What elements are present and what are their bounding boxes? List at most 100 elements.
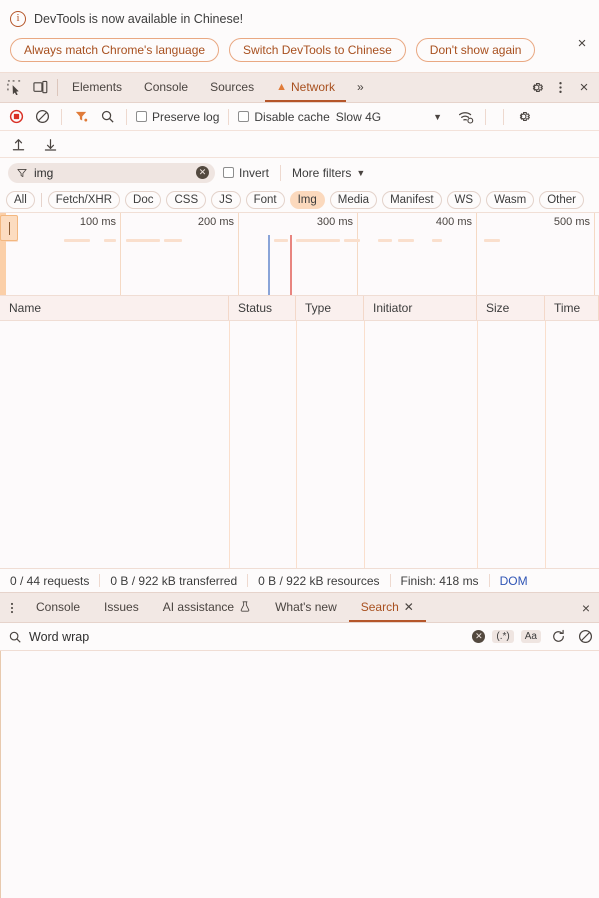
drawer-tab-search[interactable]: Search ✕ xyxy=(348,593,426,622)
throttling-value[interactable]: Slow 4G xyxy=(336,110,381,124)
column-header-name[interactable]: Name xyxy=(0,296,229,320)
refresh-search-icon[interactable] xyxy=(548,627,568,647)
search-input[interactable]: Word wrap xyxy=(29,630,465,644)
network-overview-timeline[interactable]: 100 ms 200 ms 300 ms 400 ms 500 ms xyxy=(0,213,599,296)
drawer-menu-icon[interactable] xyxy=(0,593,24,622)
network-conditions-icon[interactable] xyxy=(456,107,476,127)
toolbar-divider-2 xyxy=(126,108,127,125)
overview-window-grip-left[interactable] xyxy=(0,215,18,241)
drawer-tab-whats-new[interactable]: What's new xyxy=(263,593,349,622)
search-toolbar: Word wrap ✕ (.*) Aa xyxy=(0,623,599,651)
overview-gridlines: 100 ms 200 ms 300 ms 400 ms 500 ms xyxy=(0,213,599,295)
tab-network[interactable]: ▲ Network xyxy=(265,73,346,102)
record-button[interactable] xyxy=(6,107,26,127)
overview-request-bar xyxy=(296,239,340,242)
clear-search-icon[interactable]: ✕ xyxy=(472,630,486,643)
inspect-element-icon[interactable] xyxy=(5,79,23,97)
column-header-initiator[interactable]: Initiator xyxy=(364,296,477,320)
column-header-type[interactable]: Type xyxy=(296,296,364,320)
device-toolbar-icon[interactable] xyxy=(31,79,49,97)
column-divider xyxy=(477,321,478,568)
overview-gridline xyxy=(357,213,358,295)
type-filter-js[interactable]: JS xyxy=(211,190,241,209)
devtools-window: i DevTools is now available in Chinese! … xyxy=(0,0,599,898)
table-header-row: Name Status Type Initiator Size Time xyxy=(0,296,599,321)
overview-tick-label: 300 ms xyxy=(316,216,353,228)
preserve-log-checkbox[interactable]: Preserve log xyxy=(136,110,219,124)
devtools-drawer: Console Issues AI assistance What's new … xyxy=(0,593,599,898)
more-filters-button[interactable]: More filters ▼ xyxy=(292,166,365,180)
load-event-marker xyxy=(290,235,292,295)
preserve-log-box xyxy=(136,111,147,122)
search-results-pane[interactable] xyxy=(0,651,599,898)
network-requests-table: Name Status Type Initiator Size Time xyxy=(0,296,599,568)
switch-to-chinese-button[interactable]: Switch DevTools to Chinese xyxy=(229,38,406,62)
tabbar-right-actions: × xyxy=(516,73,599,102)
drawer-tab-console[interactable]: Console xyxy=(24,593,92,622)
filter-input[interactable]: img ✕ xyxy=(8,162,215,183)
toolbar-divider-1 xyxy=(61,108,62,125)
column-header-time[interactable]: Time xyxy=(545,296,599,320)
column-header-size[interactable]: Size xyxy=(477,296,545,320)
more-options-icon[interactable] xyxy=(549,79,571,97)
filter-toggle-icon[interactable] xyxy=(71,107,91,127)
tab-console[interactable]: Console xyxy=(133,73,199,102)
import-har-icon[interactable] xyxy=(8,134,28,154)
clear-filter-icon[interactable]: ✕ xyxy=(196,166,209,179)
dont-show-again-button[interactable]: Don't show again xyxy=(415,38,536,62)
throttling-chevron-down-icon[interactable]: ▼ xyxy=(433,112,442,122)
settings-gear-icon[interactable] xyxy=(525,79,547,97)
type-filter-img[interactable]: Img xyxy=(289,190,325,209)
close-devtools-icon[interactable]: × xyxy=(573,79,595,97)
type-filter-fetch-xhr[interactable]: Fetch/XHR xyxy=(47,190,121,209)
network-toolbar: Preserve log Disable cache Slow 4G ▼ xyxy=(0,103,599,131)
filter-row: img ✕ Invert More filters ▼ xyxy=(0,158,599,187)
type-filter-all[interactable]: All xyxy=(6,190,35,209)
disable-cache-label: Disable cache xyxy=(254,109,330,124)
tab-console-label: Console xyxy=(144,79,189,94)
type-filter-ws[interactable]: WS xyxy=(446,190,482,209)
drawer-tab-issues[interactable]: Issues xyxy=(92,593,151,622)
type-filter-wasm[interactable]: Wasm xyxy=(486,190,535,209)
tab-elements-label: Elements xyxy=(72,79,123,94)
always-match-language-button[interactable]: Always match Chrome's language xyxy=(10,38,220,62)
dom-content-loaded-marker xyxy=(268,235,270,295)
table-body[interactable] xyxy=(0,321,599,568)
status-divider-4 xyxy=(488,574,490,587)
drawer-tab-search-close-icon[interactable]: ✕ xyxy=(404,600,414,614)
disable-cache-checkbox[interactable]: Disable cache xyxy=(238,109,330,124)
search-input-icon xyxy=(8,630,22,644)
requests-count: 0 / 44 requests xyxy=(10,573,90,588)
type-filter-doc[interactable]: Doc xyxy=(125,190,162,209)
tab-elements[interactable]: Elements xyxy=(61,73,133,102)
drawer-close-icon[interactable]: × xyxy=(573,593,599,622)
drawer-tab-ai-assistance[interactable]: AI assistance xyxy=(151,593,263,622)
overview-request-bar xyxy=(432,239,442,242)
info-icon: i xyxy=(10,11,26,27)
toolbar-divider-3 xyxy=(228,108,230,125)
search-icon[interactable] xyxy=(97,107,117,127)
type-filter-font[interactable]: Font xyxy=(245,190,285,209)
clear-search-results-icon[interactable] xyxy=(575,627,595,647)
more-tabs-button[interactable]: » xyxy=(346,73,375,102)
type-filter-other[interactable]: Other xyxy=(539,190,584,209)
type-filter-css[interactable]: CSS xyxy=(166,190,207,209)
tab-sources[interactable]: Sources xyxy=(199,73,265,102)
flask-icon xyxy=(239,600,251,613)
network-settings-icon[interactable] xyxy=(513,107,533,127)
banner-close-icon[interactable]: × xyxy=(571,33,593,55)
overview-gridline xyxy=(594,213,595,295)
overview-request-bar xyxy=(378,239,392,242)
filter-value: img xyxy=(34,165,54,180)
column-header-status[interactable]: Status xyxy=(229,296,296,320)
column-divider xyxy=(364,321,365,568)
overview-tick-label: 500 ms xyxy=(553,216,590,228)
har-toolbar xyxy=(0,131,599,158)
type-filter-media[interactable]: Media xyxy=(329,190,378,209)
match-case-toggle[interactable]: Aa xyxy=(520,630,541,643)
invert-checkbox[interactable]: Invert xyxy=(223,166,269,180)
clear-button[interactable] xyxy=(32,107,52,127)
regex-toggle[interactable]: (.*) xyxy=(492,630,514,643)
export-har-icon[interactable] xyxy=(40,134,60,154)
type-filter-manifest[interactable]: Manifest xyxy=(382,190,442,209)
